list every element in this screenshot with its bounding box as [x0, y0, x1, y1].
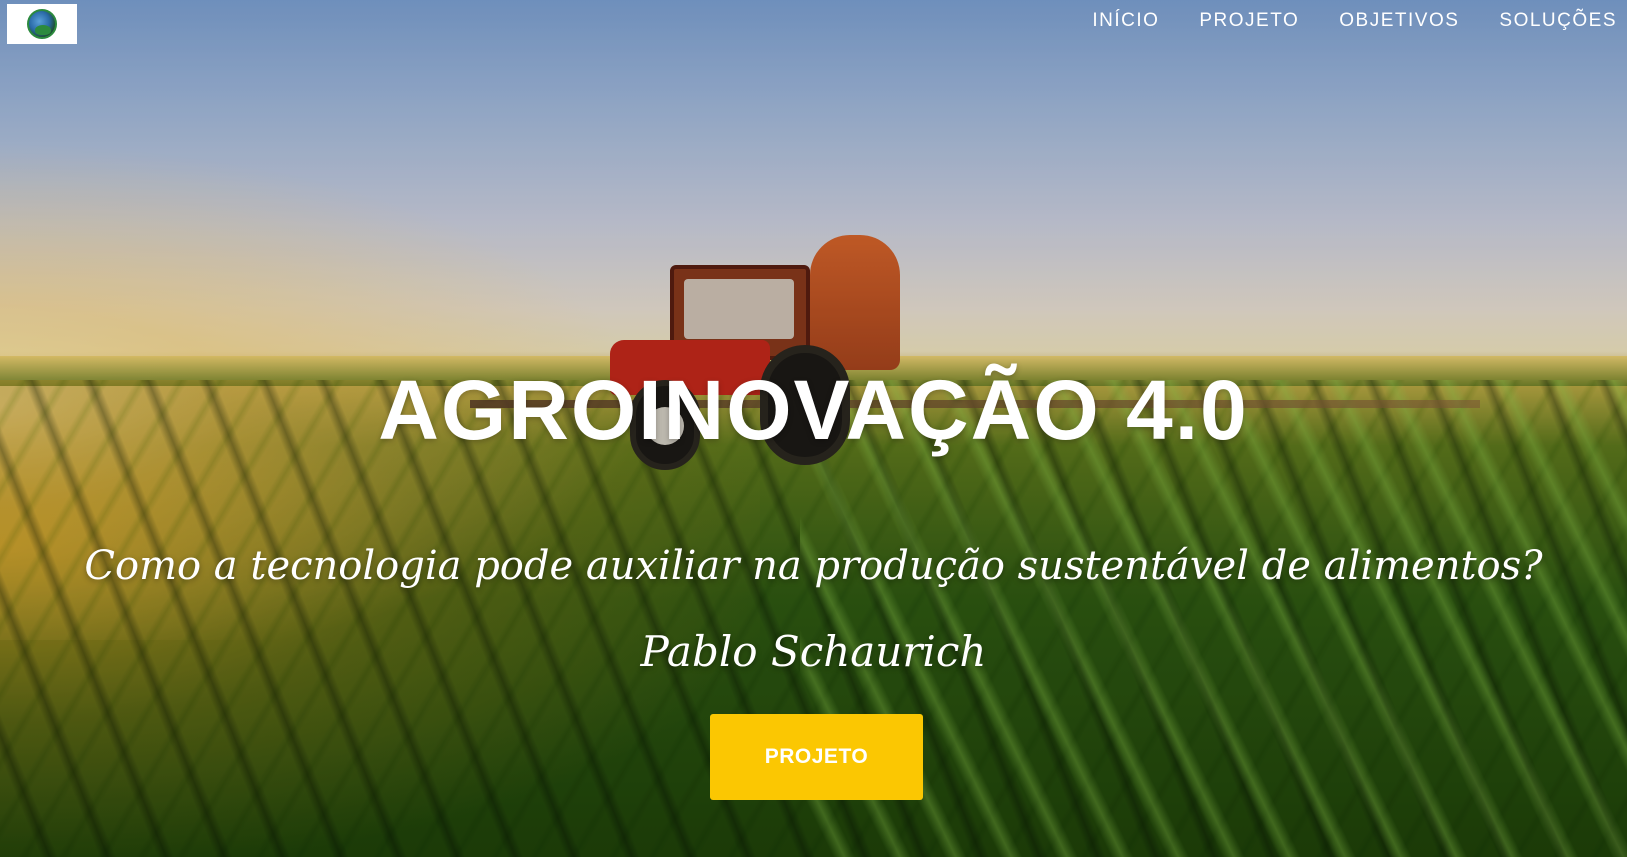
hero-subtitle: Como a tecnologia pode auxiliar na produ… — [84, 543, 1543, 589]
nav-item-objetivos[interactable]: OBJETIVOS — [1339, 8, 1459, 34]
globe-icon — [27, 9, 57, 39]
site-logo[interactable] — [7, 4, 77, 44]
main-nav: INÍCIO PROJETO OBJETIVOS SOLUÇÕES — [1092, 8, 1617, 34]
nav-item-solucoes[interactable]: SOLUÇÕES — [1499, 8, 1617, 34]
nav-item-inicio[interactable]: INÍCIO — [1092, 8, 1159, 34]
projeto-button[interactable]: PROJETO — [710, 714, 923, 800]
hero-author: Pablo Schaurich — [640, 627, 987, 676]
nav-item-projeto[interactable]: PROJETO — [1199, 8, 1299, 34]
hero-title: AGROINOVAÇÃO 4.0 — [378, 363, 1249, 457]
